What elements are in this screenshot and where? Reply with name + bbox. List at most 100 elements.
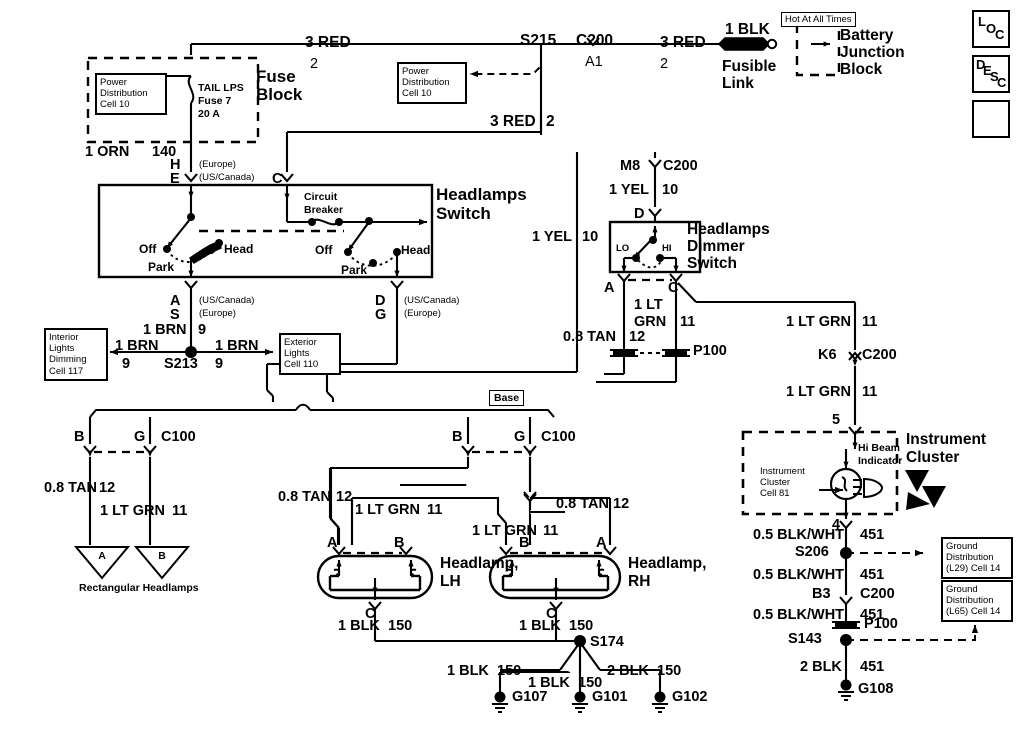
label-dimmer-title-2: Dimmer: [687, 238, 745, 255]
label-brn-right-num: 9: [215, 356, 224, 372]
label-circuit-breaker-2: Breaker: [304, 204, 344, 216]
label-brn-up: 1 BRN: [143, 322, 187, 338]
label-hi-beam-2: Indicator: [858, 455, 903, 467]
label-lh-blk-num: 150: [388, 618, 413, 634]
note-out-d: (US/Canada): [404, 295, 460, 306]
label-headlamp-rh-2: RH: [628, 573, 651, 590]
label-b3: B3: [812, 586, 831, 602]
label-ground-blk: 2 BLK: [800, 659, 842, 675]
label-rect-ltgrn: 1 LT GRN: [100, 503, 165, 519]
desc-button[interactable]: D E S C: [972, 55, 1010, 93]
label-yel-top: 1 YEL: [609, 182, 650, 198]
label-center-pin-b: B: [452, 429, 463, 445]
label-out-pin-s: S: [170, 307, 180, 323]
label-hi-beam-1: Hi Beam: [858, 442, 901, 454]
label-k6: K6: [818, 347, 837, 363]
label-red-top-right: 3 RED: [660, 34, 706, 51]
label-yel-left-num: 10: [582, 229, 599, 245]
label-battery-2: Junction: [840, 44, 905, 61]
next-button[interactable]: [972, 100, 1010, 138]
label-g107: G107: [512, 689, 548, 705]
label-center-ltgrn-left-num: 11: [427, 502, 443, 518]
label-center-pin-g: G: [514, 429, 526, 445]
label-fuse-block-1: Fuse: [256, 67, 296, 86]
label-brn-right: 1 BRN: [215, 338, 259, 354]
label-lh-pin-a: A: [327, 535, 338, 551]
label-c200-pin-a1: A1: [585, 54, 603, 70]
note-europe-hsw: (Europe): [199, 159, 236, 170]
label-red-vertical-num: 2: [546, 113, 555, 130]
label-blk-fusible: 1 BLK: [725, 21, 770, 38]
label-rect-pin-g: G: [134, 429, 146, 445]
label-center-tan-left: 0.8 TAN: [278, 489, 331, 505]
label-rect-tan-num: 12: [99, 480, 116, 496]
label-left-park: Park: [148, 260, 175, 274]
label-blkwht-1-num: 451: [860, 527, 885, 543]
label-dimmer-ltgrn-num: 11: [680, 314, 696, 330]
wiring-diagram-canvas: 3 RED 2 S215 C200 A1 3 RED 2 1 BLK Fusib…: [0, 0, 1024, 731]
label-dimmer-title-1: Headlamps: [687, 221, 770, 238]
label-dimmer-tan: 0.8 TAN: [563, 329, 616, 345]
label-headlamp-rh-1: Headlamp,: [628, 555, 707, 572]
loc-button[interactable]: L O C: [972, 10, 1010, 48]
label-rh-blk-num: 150: [569, 618, 594, 634]
label-cluster-ltgrn-mid-num: 11: [862, 384, 878, 400]
label-dimmer-ltgrn-1: 1 LT: [634, 297, 663, 313]
label-tail-lps: TAIL LPS: [198, 82, 244, 94]
desc-letter-4: C: [997, 75, 1007, 90]
label-pin-e: E: [170, 171, 180, 187]
label-cluster-ltgrn-mid: 1 LT GRN: [786, 384, 851, 400]
label-c200-top: C200: [576, 32, 614, 49]
label-yel-top-num: 10: [662, 182, 679, 198]
label-dimmer-pin-d: D: [634, 206, 645, 222]
label-g102-wire: 2 BLK: [607, 663, 649, 679]
label-fusible-1: Fusible: [722, 58, 777, 75]
label-right-park: Park: [341, 263, 368, 277]
label-rect-pin-b: B: [74, 429, 85, 445]
ref-triangle-a: A: [98, 550, 106, 562]
label-s143: S143: [788, 631, 822, 647]
label-headlamps-switch-2: Switch: [436, 204, 491, 223]
label-fusible-2: Link: [722, 75, 754, 92]
power-distribution-cell10-left[interactable]: Power Distribution Cell 10: [95, 73, 167, 115]
label-c100-center: C100: [541, 429, 576, 445]
label-s174: S174: [590, 634, 624, 650]
label-blkwht-2: 0.5 BLK/WHT: [753, 567, 845, 583]
label-brn-left: 1 BRN: [115, 338, 159, 354]
label-fuse-amp: 20 A: [198, 108, 220, 120]
label-switch-pin-c: C: [272, 171, 283, 187]
label-battery-3: Block: [840, 61, 883, 78]
label-left-head: Head: [224, 242, 254, 256]
label-rect-tan: 0.8 TAN: [44, 480, 97, 496]
label-g102-num: 150: [657, 663, 682, 679]
label-rect-ltgrn-num: 11: [172, 503, 188, 519]
label-headlamp-lh-1: Headlamp,: [440, 555, 519, 572]
label-s213: S213: [164, 356, 198, 372]
label-yel-left: 1 YEL: [532, 229, 573, 245]
power-distribution-cell10-mid[interactable]: Power Distribution Cell 10: [397, 62, 467, 104]
label-s215: S215: [520, 32, 557, 49]
label-center-tan-right-num: 12: [613, 496, 630, 512]
label-rh-pin-b: B: [519, 535, 530, 551]
label-right-head: Head: [401, 243, 431, 257]
instrument-cluster-cell81[interactable]: Instrument Cluster Cell 81: [757, 464, 819, 502]
label-center-ltgrn-right-num: 11: [543, 523, 559, 539]
label-fuse-7: Fuse 7: [198, 95, 232, 107]
label-brn-left-num: 9: [122, 356, 131, 372]
label-lh-pin-b: B: [394, 535, 405, 551]
label-lh-blk: 1 BLK: [338, 618, 380, 634]
exterior-lights-cell110[interactable]: Exterior Lights Cell 110: [279, 333, 341, 375]
label-p100-ground: P100: [864, 616, 898, 632]
label-dimmer-pin-a: A: [604, 280, 615, 296]
label-ground-blk-num: 451: [860, 659, 885, 675]
label-dimmer-title-3: Switch: [687, 255, 737, 272]
ref-triangle-b: B: [158, 550, 166, 562]
loc-letter-1: L: [978, 14, 986, 29]
arrow-right-icon: [974, 102, 1024, 731]
label-c100-left: C100: [161, 429, 196, 445]
loc-letter-3: C: [995, 27, 1005, 42]
label-out-pin-g: G: [375, 307, 387, 323]
label-g108: G108: [858, 681, 894, 697]
note-out-s: (Europe): [199, 308, 236, 319]
interior-lights-dimming-cell117[interactable]: Interior Lights Dimming Cell 117: [44, 328, 108, 381]
